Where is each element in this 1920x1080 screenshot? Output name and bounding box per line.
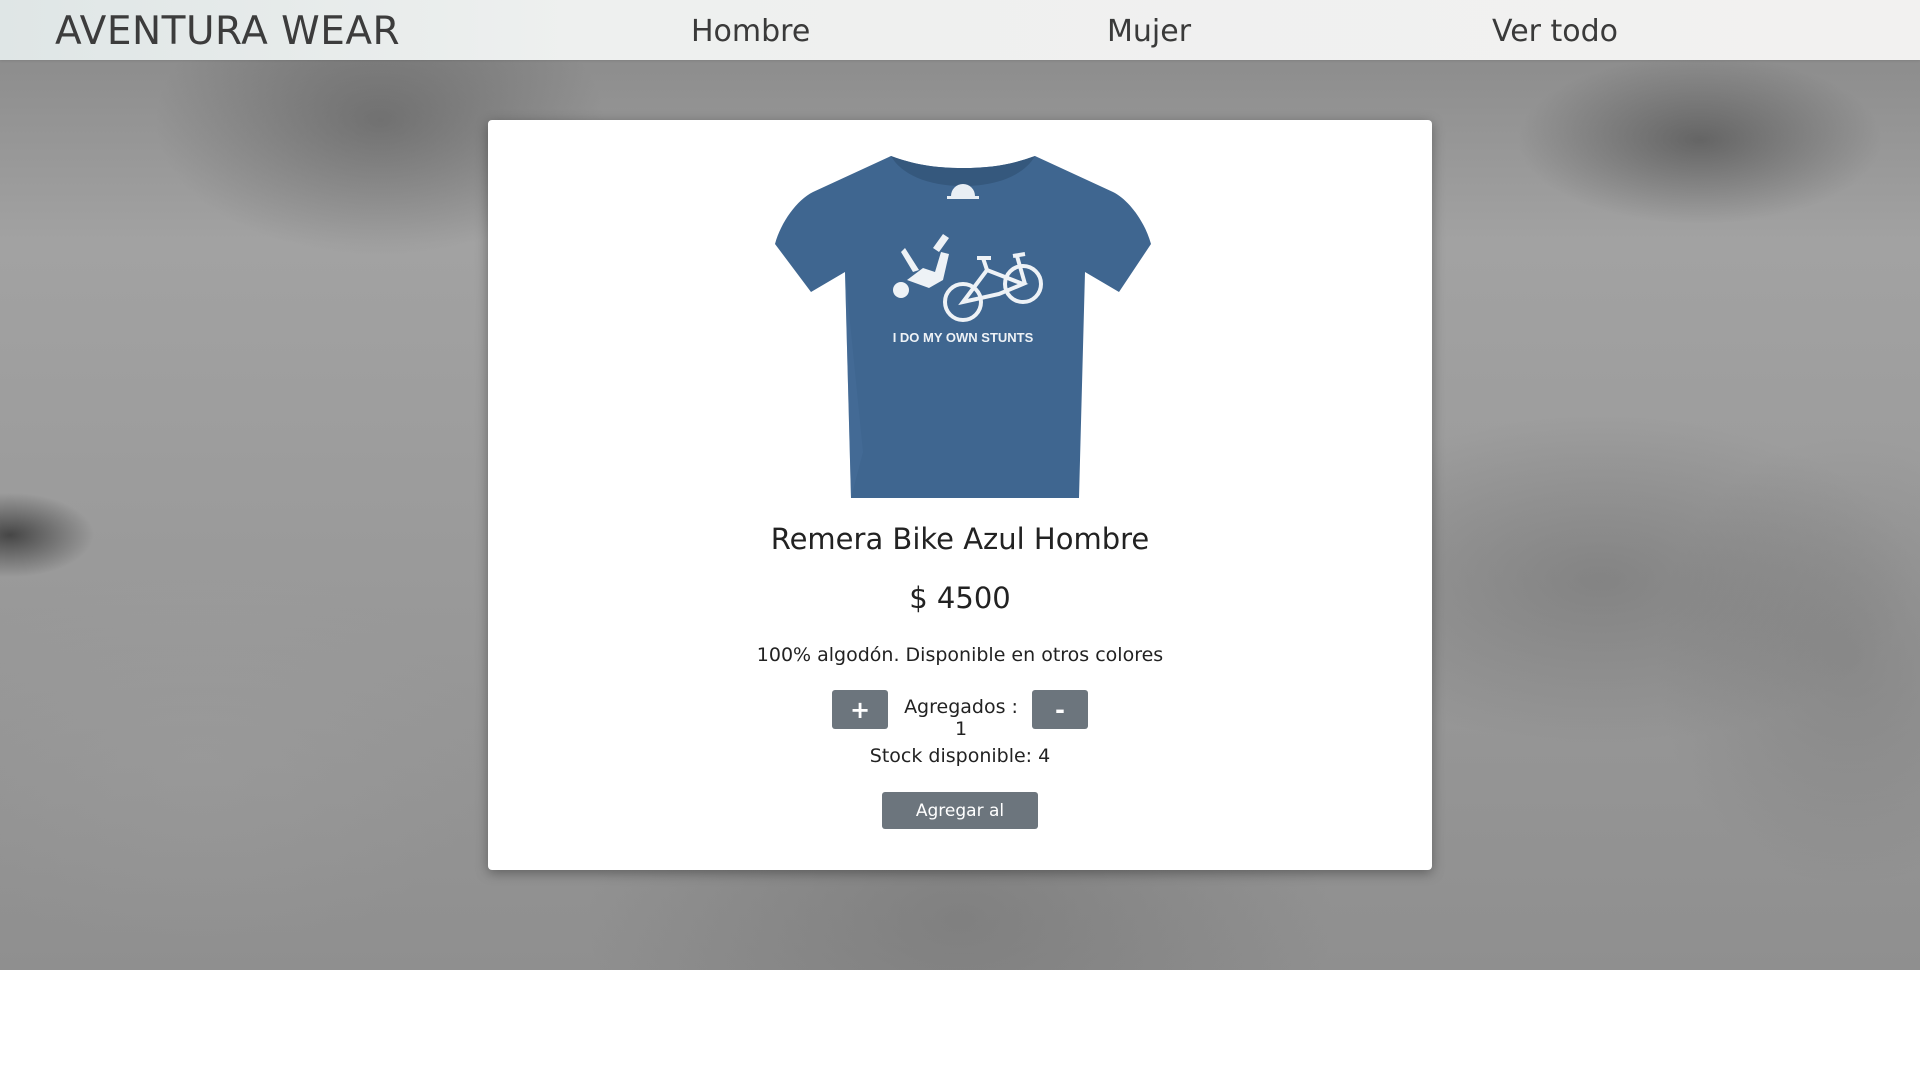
nav-link-mujer[interactable]: Mujer	[1107, 14, 1191, 49]
navbar: AVENTURA WEAR Hombre Mujer Ver todo	[0, 0, 1920, 60]
product-title: Remera Bike Azul Hombre	[770, 522, 1150, 556]
tshirt-print-text: I DO MY OWN STUNTS	[893, 330, 1034, 345]
product-image: I DO MY OWN STUNTS	[775, 156, 1151, 498]
nav-link-hombre[interactable]: Hombre	[691, 14, 810, 49]
product-price: $ 4500	[909, 581, 1011, 615]
brand-logo[interactable]: AVENTURA WEAR	[55, 9, 400, 54]
nav-link-ver-todo[interactable]: Ver todo	[1492, 14, 1618, 49]
decrement-button[interactable]: -	[1032, 690, 1088, 729]
increment-button[interactable]: +	[832, 690, 888, 729]
product-description: 100% algodón. Disponible en otros colore…	[756, 644, 1164, 666]
add-to-cart-button[interactable]: Agregar al carrito	[882, 792, 1038, 858]
product-card: I DO MY OWN STUNTS Remera Bike Azul Homb…	[488, 120, 1432, 870]
tshirt-shape	[775, 156, 1151, 498]
stock-available: Stock disponible: 4	[869, 745, 1051, 767]
added-count-label: Agregados : 1	[904, 696, 1018, 740]
